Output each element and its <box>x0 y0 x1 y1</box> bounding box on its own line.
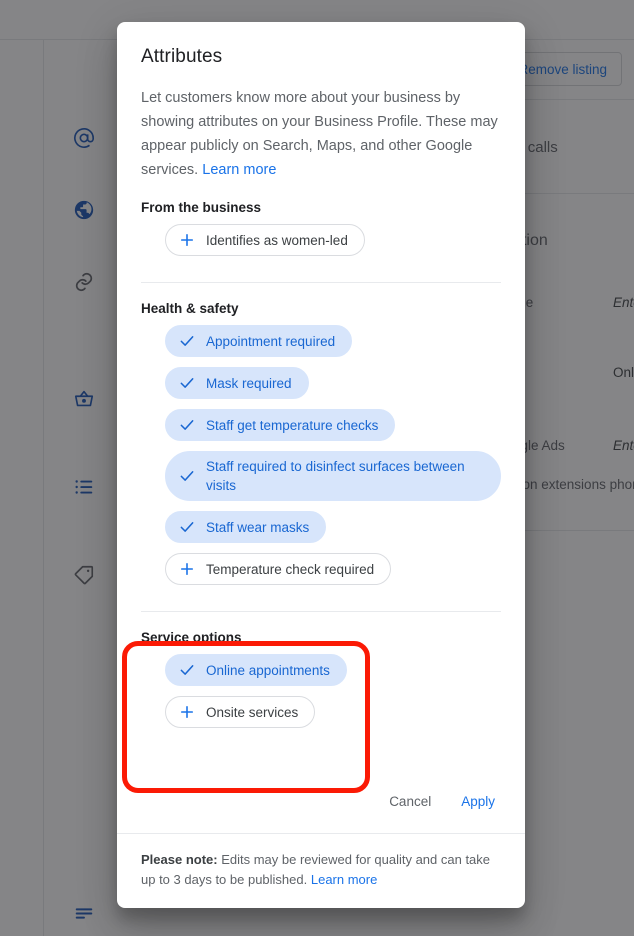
dialog-description: Let customers know more about your busin… <box>141 86 501 182</box>
attribute-chip[interactable]: Onsite services <box>165 696 316 728</box>
chip-row: Appointment required <box>165 325 501 367</box>
footer-note: Please note: Edits may be reviewed for q… <box>141 850 501 890</box>
plus-icon <box>178 703 196 721</box>
check-icon <box>178 332 196 350</box>
section-title: From the business <box>141 200 262 215</box>
page-root: Remove listing Google Assistant calls Ad… <box>0 0 634 936</box>
cancel-button[interactable]: Cancel <box>379 786 441 817</box>
attribute-section: From the business Identifies as women-led <box>141 200 501 266</box>
chip-label: Onsite services <box>206 704 299 720</box>
check-icon <box>178 467 196 485</box>
chip-label: Staff required to disinfect surfaces bet… <box>206 459 465 493</box>
chip-row: Staff get temperature checks <box>165 409 501 451</box>
check-icon <box>178 661 196 679</box>
chip-label: Staff wear masks <box>206 519 310 535</box>
attribute-chip[interactable]: Identifies as women-led <box>165 224 365 256</box>
dialog-footer: Please note: Edits may be reviewed for q… <box>117 833 525 908</box>
check-icon <box>178 374 196 392</box>
chip-label: Identifies as women-led <box>206 232 348 248</box>
chip-row: Identifies as women-led <box>165 224 501 266</box>
chip-group: Appointment required Mask required Staff g… <box>141 325 501 595</box>
chip-row: Temperature check required <box>165 553 501 595</box>
dialog-body: Attributes Let customers know more about… <box>117 22 525 778</box>
chip-row: Mask required <box>165 367 501 409</box>
chip-row: Staff wear masks <box>165 511 501 553</box>
section-title: Service options <box>141 630 242 645</box>
attributes-dialog: Attributes Let customers know more about… <box>117 22 525 908</box>
attribute-chip[interactable]: Mask required <box>165 367 309 399</box>
chip-label: Temperature check required <box>206 561 375 577</box>
chip-label: Appointment required <box>206 333 336 349</box>
attribute-chip[interactable]: Staff get temperature checks <box>165 409 396 441</box>
chip-row: Online appointments <box>165 654 501 696</box>
chip-group: Identifies as women-led <box>141 224 501 266</box>
chip-group: Online appointments Onsite services <box>141 654 501 738</box>
attribute-chip[interactable]: Appointment required <box>165 325 353 357</box>
section-title: Health & safety <box>141 301 239 316</box>
attribute-chip[interactable]: Staff wear masks <box>165 511 327 543</box>
footer-note-prefix: Please note: <box>141 852 218 867</box>
section-divider <box>141 282 501 283</box>
chip-row: Staff required to disinfect surfaces bet… <box>165 451 501 511</box>
footer-learn-more-link[interactable]: Learn more <box>311 872 377 887</box>
apply-button[interactable]: Apply <box>451 786 505 817</box>
description-learn-more-link[interactable]: Learn more <box>202 162 276 178</box>
chip-label: Mask required <box>206 375 292 391</box>
dialog-actions: Cancel Apply <box>117 778 525 833</box>
section-divider <box>141 611 501 612</box>
attribute-section: Health & safety Appointment required Mask … <box>141 301 501 595</box>
chip-label: Online appointments <box>206 662 330 678</box>
chip-row: Onsite services <box>165 696 501 738</box>
check-icon <box>178 518 196 536</box>
attribute-chip[interactable]: Staff required to disinfect surfaces bet… <box>165 451 501 501</box>
attribute-sections: From the business Identifies as women-led… <box>141 200 501 738</box>
dialog-title: Attributes <box>141 46 223 67</box>
attribute-section: Service options Online appointments Onsite… <box>141 630 501 738</box>
chip-label: Staff get temperature checks <box>206 417 379 433</box>
plus-icon <box>178 560 196 578</box>
attribute-chip[interactable]: Online appointments <box>165 654 347 686</box>
attribute-chip[interactable]: Temperature check required <box>165 553 392 585</box>
check-icon <box>178 416 196 434</box>
plus-icon <box>178 231 196 249</box>
dialog-description-text: Let customers know more about your busin… <box>141 90 498 178</box>
